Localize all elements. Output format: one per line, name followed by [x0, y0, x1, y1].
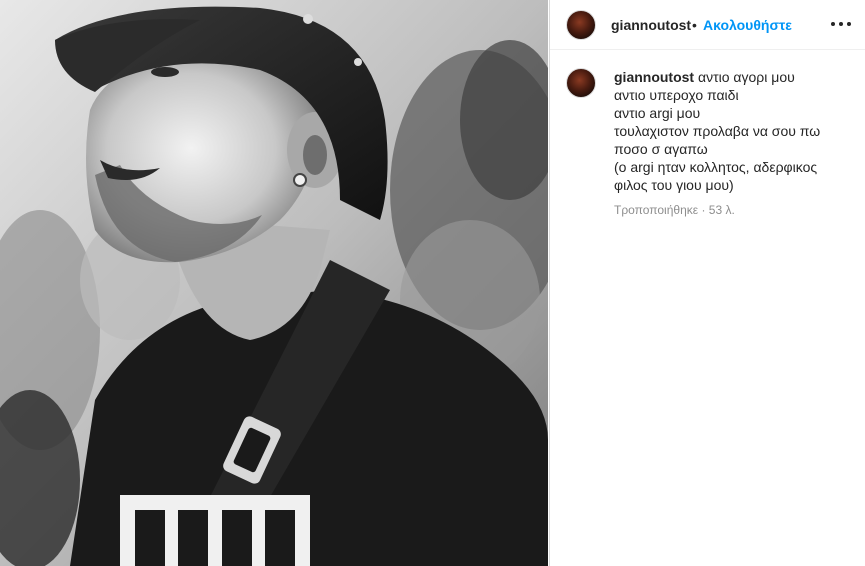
caption-text-6: φιλος του γιου μου)	[614, 177, 734, 193]
follow-button[interactable]: Ακολουθήστε	[703, 16, 792, 34]
edited-label: Τροποποιήθηκε	[614, 203, 699, 217]
caption-avatar[interactable]	[566, 68, 596, 98]
caption-text-3: τουλαχιστον προλαβα να σου πω	[614, 123, 821, 139]
caption-text-4: ποσο σ αγαπω	[614, 141, 708, 157]
instagram-post: giannoutost • Ακολουθήστε giannoutost αν…	[0, 0, 865, 566]
post-age[interactable]: 53 λ.	[709, 203, 735, 217]
header-separator: •	[692, 17, 697, 33]
post-photo[interactable]	[0, 0, 548, 566]
caption-text-1: αντιο υπεροχο παιδι	[614, 87, 739, 103]
post-photo-image	[0, 0, 548, 566]
more-options-icon[interactable]	[829, 14, 853, 34]
caption-body: giannoutost αντιο αγορι μου αντιο υπεροχ…	[614, 68, 854, 217]
caption-meta: Τροποποιήθηκε · 53 λ.	[614, 203, 854, 217]
header-username[interactable]: giannoutost	[611, 16, 691, 34]
meta-dot: ·	[701, 203, 706, 217]
caption-text-2: αντιο argi μου	[614, 105, 701, 121]
caption-username[interactable]: giannoutost	[614, 69, 694, 85]
post-side-panel: giannoutost • Ακολουθήστε giannoutost αν…	[549, 0, 865, 566]
header-avatar[interactable]	[566, 10, 596, 40]
post-header: giannoutost • Ακολουθήστε	[550, 0, 865, 50]
caption-first-line: giannoutost αντιο αγορι μου	[614, 68, 854, 86]
caption-text-5: (ο argi ηταν κολλητος, αδερφικος	[614, 159, 818, 175]
caption-text-0: αντιο αγορι μου	[698, 69, 795, 85]
